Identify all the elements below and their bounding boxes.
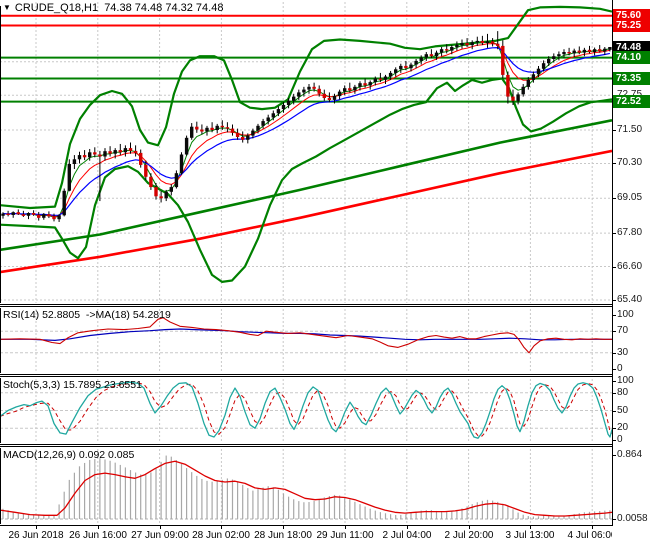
macd-label: MACD(12,26,9) 0.092 0.085 [3, 449, 135, 461]
rsi-lines-layer [0, 317, 612, 354]
pane-separator[interactable] [0, 444, 650, 447]
price-tick-label: 67.80 [617, 227, 643, 238]
rsi-scale-label: 100 [617, 309, 634, 320]
stoch-scale-label: 20 [617, 422, 629, 433]
time-tick-mark [530, 526, 531, 529]
price-axis-border [612, 0, 613, 526]
time-tick-mark [345, 526, 346, 529]
time-tick-mark [283, 526, 284, 529]
bollinger-bands-layer [0, 5, 612, 283]
rsi-scale-label: 70 [617, 325, 629, 336]
rsi-scale-label: 0 [617, 363, 623, 374]
price-level-badge: 72.52 [613, 95, 650, 108]
long-moving-averages-layer [0, 119, 612, 274]
macd-signal-layer [0, 460, 612, 517]
pane-separator[interactable] [0, 304, 650, 307]
time-tick-mark [221, 526, 222, 529]
price-level-badge: 74.10 [613, 51, 650, 64]
main-price-chart[interactable] [0, 0, 612, 304]
stoch-scale-label: 80 [617, 387, 629, 398]
time-axis[interactable]: 26 Jun 2018 26 Jun 16:00 27 Jun 09:00 28 Ju… [0, 526, 650, 550]
rsi-label: RSI(14) 52.8805 ->MA(18) 54.2819 [3, 309, 171, 321]
rsi-scale-label: 30 [617, 347, 629, 358]
macd-scale-label: 0.0058 [617, 513, 648, 524]
time-tick-mark [160, 526, 161, 529]
price-level-badge: 73.35 [613, 72, 650, 85]
ohlc-readout: 74.38 74.48 74.32 74.48 [104, 2, 224, 14]
time-tick-mark [98, 526, 99, 529]
fast-moving-averages-layer [2, 41, 611, 218]
stoch-scale-label: 50 [617, 405, 629, 416]
time-axis-border [0, 525, 650, 526]
price-tick-label: 66.60 [617, 261, 643, 272]
trading-terminal-window: ▼ CRUDE_Q18,H1 74.38 74.48 74.32 74.48 RS… [0, 0, 650, 550]
macd-scale-label: 0.864 [617, 449, 643, 460]
stochastic-label: Stoch(5,3,3) 15.7895 23.6551 [3, 379, 142, 391]
symbol-label: CRUDE_Q18,H1 [14, 2, 99, 14]
price-tick-label: 70.30 [617, 157, 643, 168]
stoch-scale-label: 0 [617, 434, 623, 445]
price-axis-column[interactable]: 73.9572.7571.5070.3069.0567.8066.6065.40… [612, 0, 650, 550]
price-tick-label: 65.40 [617, 294, 643, 305]
price-tick-label: 71.50 [617, 124, 643, 135]
time-tick-mark [469, 526, 470, 529]
time-tick-mark [407, 526, 408, 529]
price-tick-label: 69.05 [617, 192, 643, 203]
price-level-badge: 75.25 [613, 19, 650, 32]
time-tick-mark [592, 526, 593, 529]
time-tick-mark [36, 526, 37, 529]
stoch-scale-label: 100 [617, 375, 634, 386]
pane-separator[interactable] [0, 374, 650, 377]
symbol-dropdown-icon[interactable]: ▼ [3, 3, 11, 12]
chart-title: ▼ CRUDE_Q18,H1 74.38 74.48 74.32 74.48 [3, 2, 223, 14]
